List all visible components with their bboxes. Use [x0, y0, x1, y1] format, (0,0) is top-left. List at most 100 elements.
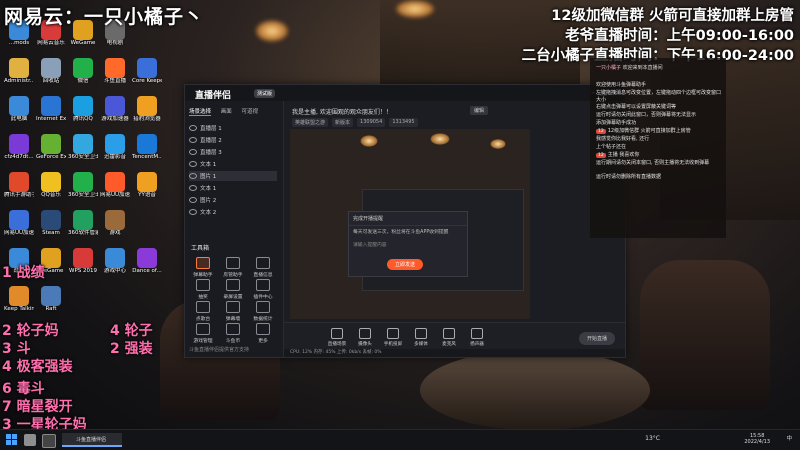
layer-item[interactable]: 文本 1 [189, 183, 277, 193]
layer-item[interactable]: 直播层 2 [189, 135, 277, 145]
toolbox-title: 工具箱 [191, 245, 210, 252]
desktop-icon[interactable]: 回收站 [36, 58, 66, 84]
tool-button[interactable]: 抽奖 [189, 279, 217, 300]
desktop-icon[interactable]: 360安全卫士 [68, 134, 98, 160]
eye-icon[interactable] [189, 161, 197, 167]
desktop-icon[interactable]: Steam [36, 210, 66, 236]
layer-item[interactable]: 直播层 3 [189, 147, 277, 157]
desktop-icon[interactable]: Internet Explorer [36, 96, 66, 122]
eye-icon[interactable] [189, 125, 197, 131]
eye-icon[interactable] [189, 149, 197, 155]
tool-button[interactable]: 弹幕助手 [189, 257, 217, 278]
desktop-icon[interactable]: Keep Talking [4, 286, 34, 312]
tool-icon [196, 279, 210, 291]
eye-icon[interactable] [189, 137, 197, 143]
tool-button[interactable]: 房管助手 [219, 257, 247, 278]
tool-button[interactable]: 插件中心 [249, 279, 277, 300]
layer-item[interactable]: 文本 1 [189, 159, 277, 169]
eye-icon[interactable] [189, 185, 197, 191]
chat-message: 运行时请勿删除所有直播数据 [596, 174, 722, 181]
desktop-icon[interactable]: WPS 2019 [68, 248, 98, 274]
streaming-app-window[interactable]: 直播伴侣 测试版 – □ ✕ 场景选择 画面 可道视 直播层 1 直播层 2 直… [184, 84, 626, 358]
task-view-icon[interactable] [42, 434, 56, 448]
layer-item[interactable]: 图片 2 [189, 195, 277, 205]
tab-picture[interactable]: 画面 [221, 109, 232, 115]
desktop-icon[interactable]: 游戏中心 [100, 248, 130, 274]
tool-button[interactable]: 录屏设置 [219, 279, 247, 300]
tool-button[interactable]: 数据统计 [249, 301, 277, 322]
chat-message: 上个帖子还在 [596, 144, 722, 151]
tool-button[interactable]: 游戏管理 [189, 323, 217, 344]
tab-visible[interactable]: 可道视 [242, 109, 259, 115]
desktop-icon-label: 猎豹浏览器 [133, 116, 161, 122]
desktop-icon[interactable]: Administr... [4, 58, 34, 84]
start-live-button[interactable]: 开始直播 [578, 332, 615, 345]
edit-title-button[interactable]: 编辑 [470, 106, 489, 115]
desktop-icon[interactable]: cfz4d7dt... [4, 134, 34, 160]
phone-cast-button[interactable]: 手机投屏 [380, 328, 406, 347]
desktop-icon[interactable]: YY语音 [132, 172, 162, 198]
desktop-icon[interactable]: 网易UU加速器 [100, 172, 130, 198]
desktop-icon[interactable]: 游戏加速器 [100, 96, 130, 122]
tab-scene[interactable]: 场景选择 [189, 109, 212, 116]
tool-button[interactable]: 点歌台 [189, 301, 217, 322]
eye-icon[interactable] [189, 197, 197, 203]
desktop-icon[interactable]: 猎豹浏览器 [132, 96, 162, 122]
speaker-button[interactable]: 扬声器 [464, 328, 490, 347]
stream-preview[interactable]: 完成开播提醒 每天可发送三次，粉丝将在斗鱼APP收到提醒 请输入提醒内容 立即发… [290, 129, 530, 319]
desktop-icon[interactable]: Core Keeper [132, 58, 162, 84]
desktop-icon[interactable]: 此电脑 [4, 96, 34, 122]
app-title-bar[interactable]: 直播伴侣 测试版 – □ ✕ [185, 85, 625, 101]
desktop-icon[interactable]: 腾讯QQ [68, 96, 98, 122]
desktop-icon[interactable]: TencentM... [132, 134, 162, 160]
app-icon [137, 134, 157, 154]
desktop-icon[interactable]: 360安全卫士 [68, 172, 98, 198]
app-icon [137, 96, 157, 116]
desktop-icon[interactable]: 微信 [68, 58, 98, 84]
desktop-icon[interactable]: 网易UU加速 [4, 210, 34, 236]
desktop-icon[interactable]: Raft [36, 286, 66, 312]
taskbar-app-douyu[interactable]: 斗鱼直播伴侣 [62, 433, 122, 447]
desktop-icon-label: 游戏中心 [103, 268, 126, 274]
layer-item[interactable]: 直播层 1 [189, 123, 277, 133]
app-icon [41, 96, 61, 116]
camera-button[interactable]: 摄像头 [352, 328, 378, 347]
tool-label: 录屏设置 [223, 295, 243, 300]
start-button[interactable] [6, 434, 17, 445]
desktop-icon[interactable]: 斗鱼直播 [100, 58, 130, 84]
tool-button[interactable]: 更多 [249, 323, 277, 344]
eye-icon[interactable] [189, 173, 197, 179]
chat-message-text: 添加弹幕助手成功 [596, 120, 637, 126]
desktop-icon[interactable]: 迅雷影音 [100, 134, 130, 160]
desktop-icon-label: 回收站 [42, 78, 60, 84]
tool-icon [226, 301, 240, 313]
scene-button[interactable]: 直播场景 [324, 328, 350, 347]
app-icon [73, 172, 93, 192]
taskbar-clock[interactable]: 15:58 2022/4/13 [744, 433, 770, 445]
tool-icon [226, 257, 240, 269]
desktop-icon[interactable]: 腾讯手游助手 [4, 172, 34, 198]
search-icon[interactable] [24, 434, 36, 446]
desktop-icon-label: 迅雷影音 [103, 154, 126, 160]
layer-item[interactable]: 图片 1 [189, 171, 277, 181]
dialog-input[interactable]: 请输入提醒内容 [349, 239, 467, 252]
app-icon [137, 248, 157, 268]
danmaku-chat-panel[interactable]: 一只小橘子 欢迎来到本直播间 欢迎使用斗鱼弹幕助手 左键拖拽消息可改变位置，左键拖… [590, 58, 726, 238]
desktop-icon[interactable]: QQ音乐 [36, 172, 66, 198]
category-tag[interactable]: 英雄联盟之游 [292, 118, 329, 127]
desktop-icon[interactable]: GeForce Experience [36, 134, 66, 160]
desktop-icon[interactable]: 360软件管家 [68, 210, 98, 236]
send-reminder-button[interactable]: 立即发送 [387, 259, 424, 270]
eye-icon[interactable] [189, 209, 197, 215]
tool-button[interactable]: 斗鱼币 [219, 323, 247, 344]
tool-button[interactable]: 直播信息 [249, 257, 277, 278]
microphone-button[interactable]: 麦克风 [436, 328, 462, 347]
desktop-icon[interactable]: Dance of... [132, 248, 162, 274]
input-language[interactable]: 中 [786, 434, 792, 442]
desktop-icon[interactable]: 游戏 [100, 210, 130, 236]
weather-widget[interactable]: 13°C [645, 435, 660, 442]
tool-button[interactable]: 弹幕墙 [219, 301, 247, 322]
layer-item[interactable]: 文本 2 [189, 207, 277, 217]
media-button[interactable]: 多媒体 [408, 328, 434, 347]
category-tag[interactable]: 新版本 [332, 118, 354, 127]
